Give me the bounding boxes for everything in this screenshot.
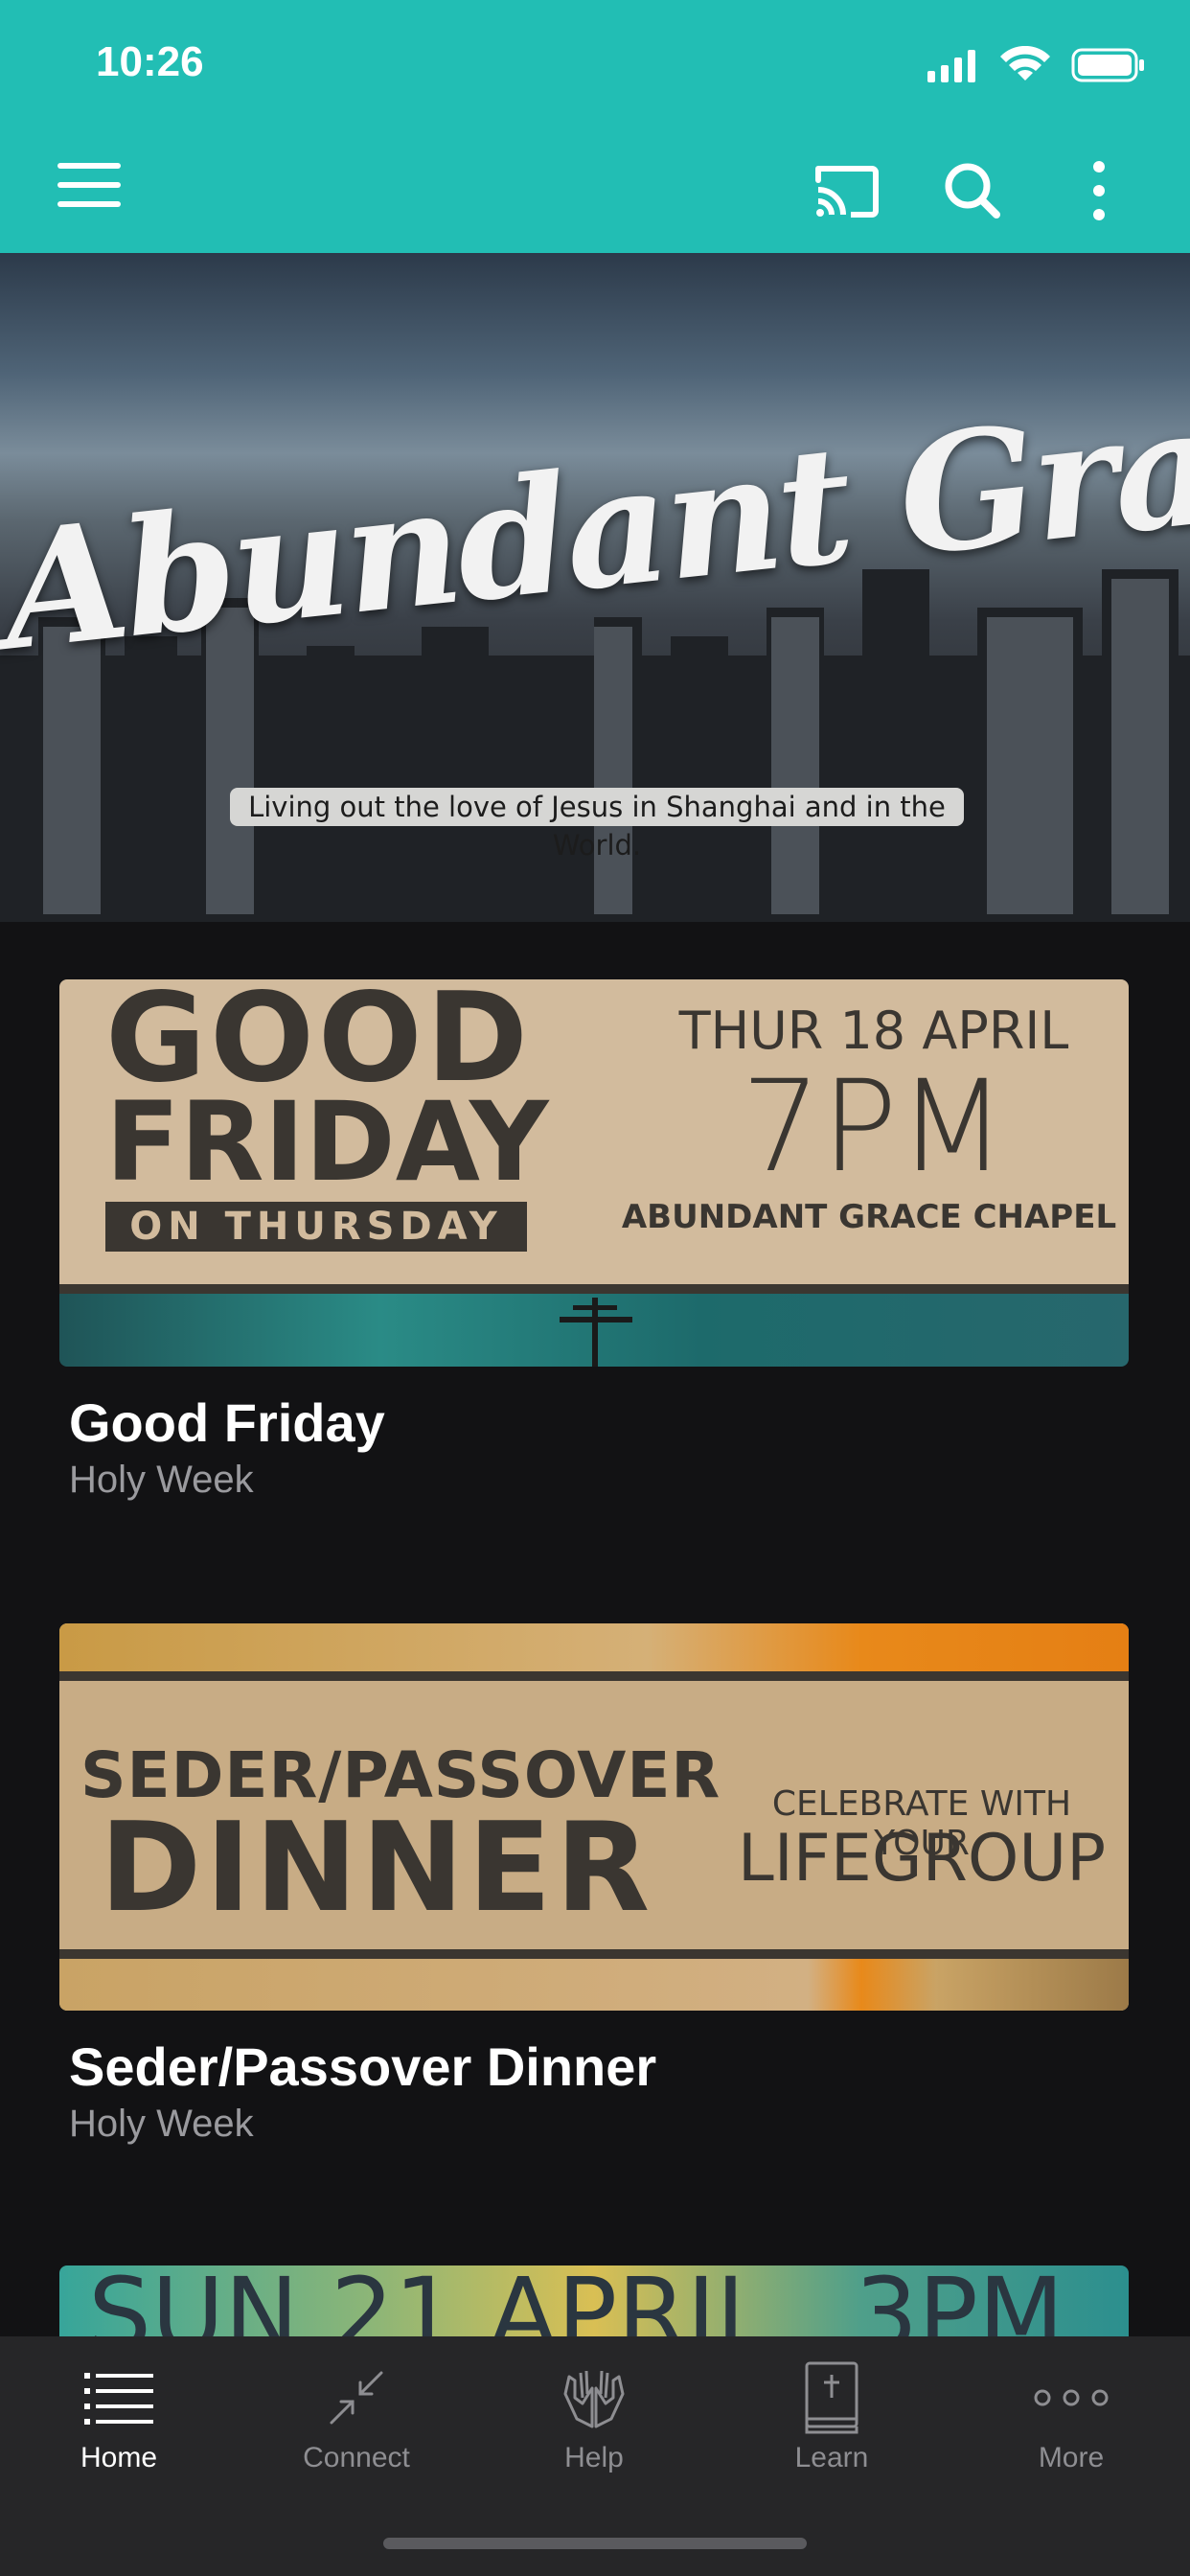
wifi-icon (1000, 46, 1050, 80)
event-banner[interactable]: GOOD FRIDAY ON THURSDAY THUR 18 APRIL 7P… (59, 979, 1129, 1367)
status-time: 10:26 (96, 38, 204, 85)
banner-line3: ON THURSDAY (105, 1202, 527, 1252)
more-vert-icon[interactable] (1065, 157, 1133, 224)
hamburger-menu-icon[interactable] (57, 163, 121, 207)
hero-banner[interactable]: Abundant Grace Living out the love of Je… (0, 253, 1190, 922)
cast-icon[interactable] (812, 157, 880, 224)
tab-label: Learn (794, 2442, 869, 2473)
event-card-seder-passover[interactable]: SEDER/PASSOVER DINNER CELEBRATE WITH YOU… (59, 1623, 1129, 2145)
tab-help[interactable]: Help (475, 2336, 713, 2518)
home-indicator[interactable] (383, 2538, 807, 2549)
status-icons (927, 46, 1144, 82)
tab-home[interactable]: Home (0, 2336, 238, 2518)
banner-line2: FRIDAY (105, 1078, 549, 1206)
more-dots-icon (1034, 2389, 1109, 2406)
tab-learn[interactable]: Learn (713, 2336, 950, 2518)
tab-label: Connect (303, 2442, 410, 2473)
cross-icon (560, 1298, 632, 1367)
card-subtitle: Holy Week (69, 1459, 254, 1501)
event-card-good-friday[interactable]: GOOD FRIDAY ON THURSDAY THUR 18 APRIL 7P… (59, 979, 1129, 1501)
banner-time: 7PM (741, 1053, 1007, 1201)
bible-icon (805, 2361, 858, 2434)
card-title: Good Friday (69, 1392, 385, 1453)
card-title: Seder/Passover Dinner (69, 2036, 657, 2097)
hero-tagline: Living out the love of Jesus in Shanghai… (230, 788, 964, 862)
banner-line2: DINNER (100, 1797, 654, 1940)
battery-icon (1071, 48, 1144, 82)
event-banner[interactable]: SEDER/PASSOVER DINNER CELEBRATE WITH YOU… (59, 1623, 1129, 2011)
tab-label: More (1038, 2442, 1105, 2473)
tab-more[interactable]: More (952, 2336, 1190, 2518)
card-subtitle: Holy Week (69, 2103, 254, 2145)
tab-connect[interactable]: Connect (238, 2336, 475, 2518)
search-icon[interactable] (939, 157, 1006, 224)
banner-venue: ABUNDANT GRACE CHAPEL (621, 1198, 1117, 1236)
banner-line4: LIFEGROUP (737, 1821, 1107, 1897)
tab-label: Help (564, 2442, 624, 2473)
praying-hands-icon (563, 2370, 625, 2428)
signal-icon (927, 50, 975, 82)
list-icon (84, 2373, 153, 2425)
connect-arrows-icon (330, 2371, 383, 2425)
app-header: 10:26 (0, 0, 1190, 253)
tab-label: Home (80, 2442, 158, 2473)
banner-date: THUR 18 APRIL (678, 1000, 1069, 1061)
